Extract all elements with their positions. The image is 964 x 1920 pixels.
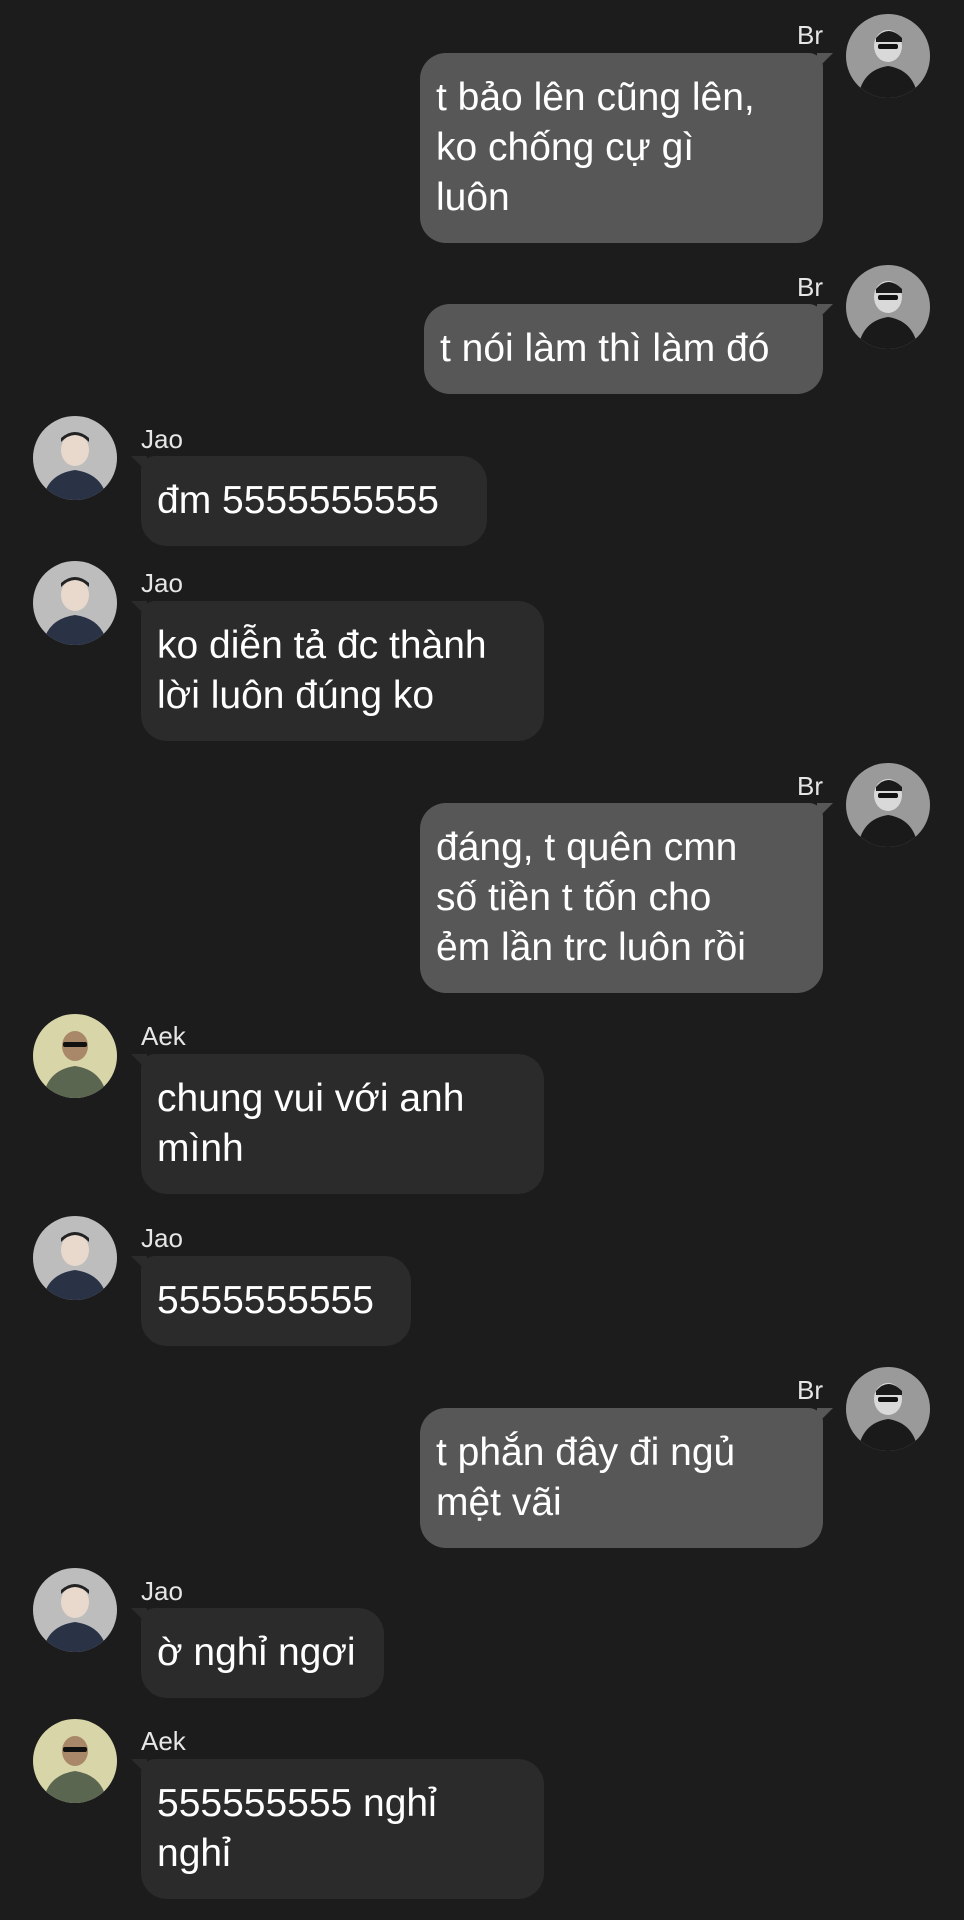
- person-icon: [33, 1216, 117, 1300]
- message-bubble[interactable]: t bảo lên cũng lên, ko chống cự gì luôn: [420, 53, 833, 243]
- person-icon: [846, 14, 930, 98]
- avatar-br[interactable]: [846, 763, 930, 847]
- message-bubble[interactable]: t nói làm thì làm đó: [424, 304, 833, 394]
- sender-name: Br: [797, 1375, 823, 1405]
- sender-name: Aek: [141, 1726, 186, 1756]
- message-bubble[interactable]: 555555555 nghỉ nghỉ: [131, 1759, 544, 1899]
- sender-name: Jao: [141, 1576, 183, 1606]
- avatar-jao[interactable]: [33, 1568, 117, 1652]
- person-icon: [846, 265, 930, 349]
- person-icon: [33, 416, 117, 500]
- sender-name: Br: [797, 771, 823, 801]
- sender-name: Jao: [141, 568, 183, 598]
- sender-name: Jao: [141, 1223, 183, 1253]
- avatar-jao[interactable]: [33, 1216, 117, 1300]
- avatar-br[interactable]: [846, 14, 930, 98]
- message-bubble[interactable]: 5555555555: [131, 1256, 411, 1346]
- sender-name: Br: [797, 272, 823, 302]
- message-bubble[interactable]: chung vui với anh mình: [131, 1054, 544, 1194]
- sender-name: Jao: [141, 424, 183, 454]
- avatar-br[interactable]: [846, 1367, 930, 1451]
- person-icon: [846, 763, 930, 847]
- person-icon: [33, 1014, 117, 1098]
- avatar-jao[interactable]: [33, 416, 117, 500]
- avatar-aek[interactable]: [33, 1014, 117, 1098]
- message-bubble[interactable]: ko diễn tả đc thành lời luôn đúng ko: [131, 601, 544, 741]
- message-bubble[interactable]: đm 5555555555: [131, 456, 487, 546]
- person-icon: [33, 1719, 117, 1803]
- message-bubble[interactable]: t phắn đây đi ngủ mệt vãi: [420, 1408, 833, 1548]
- sender-name: Br: [797, 20, 823, 50]
- person-icon: [33, 561, 117, 645]
- message-bubble[interactable]: đáng, t quên cmn số tiền t tốn cho ẻm lầ…: [420, 803, 833, 993]
- avatar-br[interactable]: [846, 265, 930, 349]
- sender-name: Aek: [141, 1021, 186, 1051]
- avatar-jao[interactable]: [33, 561, 117, 645]
- person-icon: [846, 1367, 930, 1451]
- avatar-aek[interactable]: [33, 1719, 117, 1803]
- message-bubble[interactable]: ờ nghỉ ngơi: [131, 1608, 384, 1698]
- person-icon: [33, 1568, 117, 1652]
